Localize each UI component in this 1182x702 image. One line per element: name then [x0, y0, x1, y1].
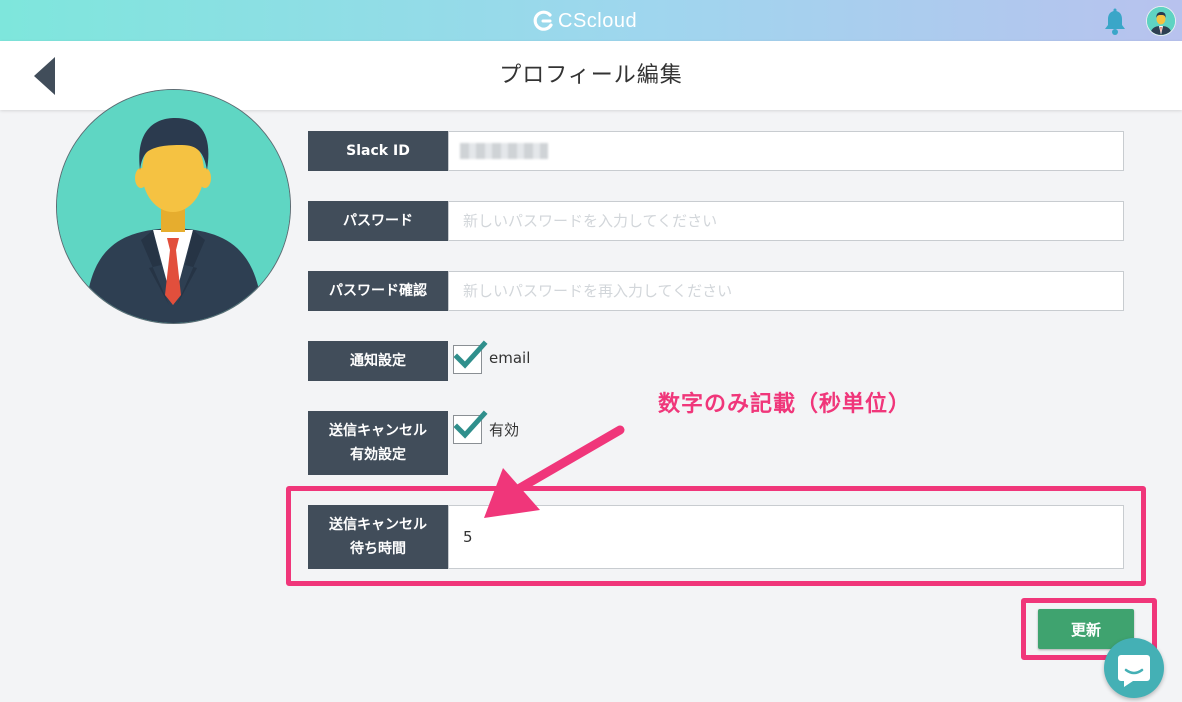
password-confirm-label-text: パスワード確認: [329, 283, 427, 299]
slack-id-label: Slack ID: [308, 131, 448, 171]
slack-id-input[interactable]: [448, 131, 1124, 171]
cscloud-logo-icon: [533, 10, 553, 31]
password-confirm-input[interactable]: [448, 271, 1124, 311]
app-bar: CScloud: [0, 0, 1182, 41]
password-confirm-label: パスワード確認: [308, 271, 448, 311]
cancel-enabled-label-line2: 有効設定: [350, 447, 406, 463]
chat-launcher[interactable]: [1104, 638, 1164, 698]
businessman-avatar-icon: [57, 90, 290, 323]
profile-image[interactable]: [57, 90, 290, 323]
user-avatar-icon: [1147, 7, 1175, 35]
checkmark-icon: [454, 340, 488, 369]
chat-icon: [1118, 655, 1150, 687]
brand-logo[interactable]: CScloud: [532, 8, 637, 34]
cancel-enabled-checkbox[interactable]: [453, 410, 488, 444]
redacted-value: [460, 143, 548, 159]
notification-label-text: 通知設定: [350, 353, 406, 369]
email-checkbox[interactable]: [453, 340, 488, 374]
annotation-highlight-box: [286, 486, 1146, 586]
cancel-enabled-checkbox-label: 有効: [489, 421, 520, 439]
password-label-text: パスワード: [343, 213, 413, 229]
chevron-left-icon[interactable]: [30, 55, 60, 97]
cancel-enabled-label-line1: 送信キャンセル: [329, 423, 427, 439]
password-label: パスワード: [308, 201, 448, 241]
annotation-text: 数字のみ記載（秒単位）: [658, 392, 912, 417]
cancel-enabled-label: 送信キャンセル 有効設定: [308, 411, 448, 475]
avatar[interactable]: [1146, 6, 1176, 36]
brand-name: CScloud: [558, 9, 638, 32]
bell-icon[interactable]: [1102, 8, 1128, 36]
checkmark-icon: [454, 410, 488, 439]
password-input[interactable]: [448, 201, 1124, 241]
slack-id-label-text: Slack ID: [346, 143, 410, 159]
notification-label: 通知設定: [308, 341, 448, 381]
email-checkbox-label: email: [489, 349, 531, 367]
